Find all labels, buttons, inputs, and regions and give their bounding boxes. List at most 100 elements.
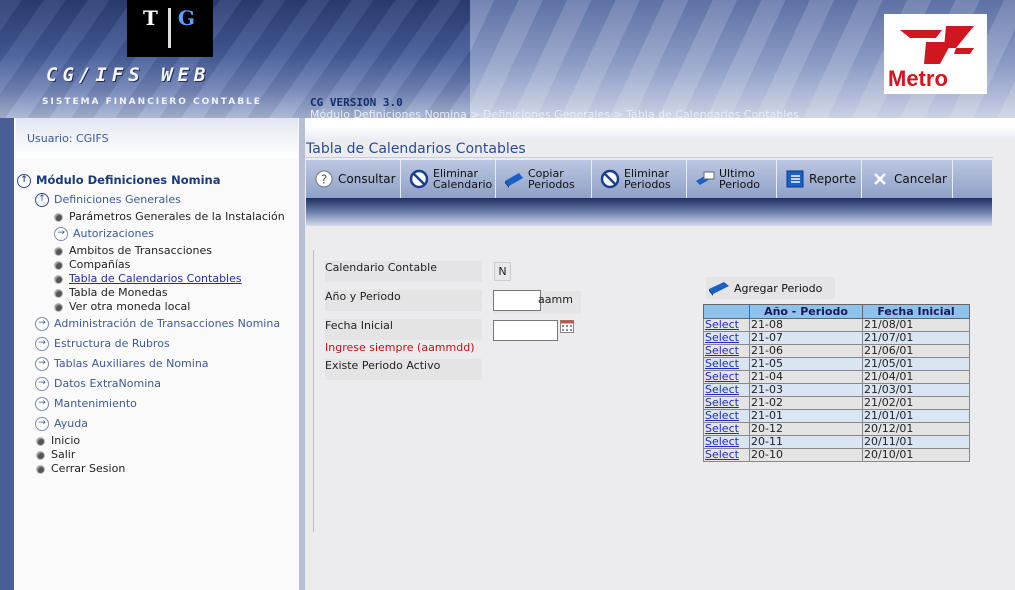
card-icon <box>709 282 729 296</box>
sidebar-item-calendarios[interactable]: Tabla de Calendarios Contables <box>54 272 242 285</box>
fecha-inicial-input[interactable] <box>493 320 558 341</box>
bullet-icon <box>54 212 63 222</box>
table-row: Select 21-07 21/07/01 <box>703 331 970 345</box>
cg-logo: T G <box>127 0 213 57</box>
consultar-button[interactable]: ? Consultar <box>306 160 401 198</box>
report-icon <box>786 170 804 188</box>
periods-table: Año - Periodo Fecha Inicial Select 21-08 2… <box>703 304 970 462</box>
select-link[interactable]: Select <box>705 448 739 461</box>
fecha-cell: 20/12/01 <box>862 422 970 436</box>
fecha-hint: Ingrese siempre (aammdd) <box>325 341 475 354</box>
sidebar-item-ambitos[interactable]: Ambitos de Transacciones <box>54 244 212 257</box>
arrow-right-icon: → <box>35 317 49 331</box>
no-entry-icon <box>409 169 429 189</box>
agregar-periodo-label: Agregar Periodo <box>734 282 823 295</box>
sidebar-group-rubros[interactable]: → Estructura de Rubros <box>35 337 170 351</box>
eliminar-calendario-button[interactable]: Eliminar Calendario <box>401 160 496 198</box>
user-label: Usuario: CGIFS <box>27 132 109 145</box>
sidebar-group-ayuda[interactable]: → Ayuda <box>35 417 88 431</box>
select-cell: Select <box>703 409 750 423</box>
sidebar-group-extranomina[interactable]: → Datos ExtraNomina <box>35 377 161 391</box>
existe-periodo-label: Existe Periodo Activo <box>325 359 482 380</box>
arrow-right-icon: → <box>35 377 49 391</box>
bullet-icon <box>54 302 63 312</box>
app-title: CG/IFS WEB <box>46 64 211 86</box>
arrow-right-icon: → <box>35 397 49 411</box>
select-link[interactable]: Select <box>705 435 739 448</box>
select-link[interactable]: Select <box>705 396 739 409</box>
sidebar-item-inicio[interactable]: Inicio <box>36 434 80 447</box>
arrow-right-icon: → <box>35 417 49 431</box>
content-top-band <box>305 118 1015 140</box>
select-cell: Select <box>703 422 750 436</box>
app-subtitle: SISTEMA FINANCIERO CONTABLE <box>42 97 262 107</box>
fecha-inicial-label: Fecha Inicial <box>325 319 482 340</box>
calendar-icon[interactable] <box>560 320 574 333</box>
periodo-cell: 21-03 <box>749 383 863 397</box>
calendario-value: N <box>494 262 511 281</box>
col-header-periodo: Año - Periodo <box>749 304 863 319</box>
table-row: Select 20-12 20/12/01 <box>703 422 970 436</box>
select-link[interactable]: Select <box>705 331 739 344</box>
fecha-cell: 21/04/01 <box>862 370 970 384</box>
select-link[interactable]: Select <box>705 409 739 422</box>
sidebar-item-companias[interactable]: Compañías <box>54 258 130 271</box>
bullet-icon <box>36 436 45 446</box>
fecha-cell: 21/03/01 <box>862 383 970 397</box>
select-link[interactable]: Select <box>705 370 739 383</box>
select-cell: Select <box>703 370 750 384</box>
sidebar-group-definiciones[interactable]: ↑ Definiciones Generales <box>35 193 181 207</box>
periodo-cell: 20-11 <box>749 435 863 449</box>
copiar-periodos-button[interactable]: Copiar Periodos <box>496 160 592 198</box>
periodo-cell: 21-07 <box>749 331 863 345</box>
fecha-cell: 21/05/01 <box>862 357 970 371</box>
sidebar-item-cerrar-sesion[interactable]: Cerrar Sesion <box>36 462 125 475</box>
reporte-button[interactable]: Reporte <box>777 160 862 198</box>
fecha-cell: 21/08/01 <box>862 318 970 332</box>
select-link[interactable]: Select <box>705 344 739 357</box>
fecha-cell: 21/07/01 <box>862 331 970 345</box>
calendario-label: Calendario Contable <box>325 261 482 282</box>
select-link[interactable]: Select <box>705 318 739 331</box>
table-row: Select 20-11 20/11/01 <box>703 435 970 449</box>
periodo-cell: 20-10 <box>749 448 863 462</box>
periods-table-body: Select 21-08 21/08/01 Select 21-07 21/07/01 Se… <box>703 318 970 462</box>
arrow-up-icon: ↑ <box>35 193 49 207</box>
table-row: Select 21-06 21/06/01 <box>703 344 970 358</box>
col-header-select <box>703 304 750 319</box>
sidebar-item-monedas[interactable]: Tabla de Monedas <box>54 286 168 299</box>
fecha-cell: 21/02/01 <box>862 396 970 410</box>
bullet-icon <box>54 274 63 284</box>
sidebar-module-label: Módulo Definiciones Nomina <box>36 173 221 187</box>
sidebar-item-parametros[interactable]: Parámetros Generales de la Instalación <box>54 210 285 223</box>
sidebar-module-title[interactable]: ↑ Módulo Definiciones Nomina <box>17 173 221 188</box>
eliminar-periodos-button[interactable]: Eliminar Periodos <box>592 160 687 198</box>
select-link[interactable]: Select <box>705 422 739 435</box>
card-icon <box>505 173 523 188</box>
select-cell: Select <box>703 435 750 449</box>
arrow-right-icon: → <box>35 337 49 351</box>
select-link[interactable]: Select <box>705 357 739 370</box>
select-cell: Select <box>703 357 750 371</box>
cards-icon <box>696 171 715 185</box>
sidebar-item-salir[interactable]: Salir <box>36 448 75 461</box>
bullet-icon <box>36 450 45 460</box>
metro-logo: Metro <box>884 14 987 94</box>
table-row: Select 21-04 21/04/01 <box>703 370 970 384</box>
cancelar-button[interactable]: Cancelar <box>862 160 953 198</box>
sidebar-group-auxiliares[interactable]: → Tablas Auxiliares de Nomina <box>35 357 209 371</box>
table-row: Select 21-05 21/05/01 <box>703 357 970 371</box>
fecha-cell: 20/10/01 <box>862 448 970 462</box>
fecha-cell: 20/11/01 <box>862 435 970 449</box>
sidebar-item-moneda-local[interactable]: Ver otra moneda local <box>54 300 190 313</box>
page-title: Tabla de Calendarios Contables <box>306 141 526 157</box>
arrow-right-icon: → <box>54 227 68 241</box>
anio-periodo-input[interactable] <box>493 290 541 311</box>
select-link[interactable]: Select <box>705 383 739 396</box>
sidebar-item-autorizaciones[interactable]: → Autorizaciones <box>54 227 154 241</box>
arrow-up-icon: ↑ <box>17 173 31 188</box>
select-cell: Select <box>703 344 750 358</box>
sidebar-group-mantenimiento[interactable]: → Mantenimiento <box>35 397 137 411</box>
ultimo-periodo-button[interactable]: Ultimo Periodo <box>687 160 777 198</box>
sidebar-group-transacciones[interactable]: → Administración de Transacciones Nomina <box>35 317 280 331</box>
